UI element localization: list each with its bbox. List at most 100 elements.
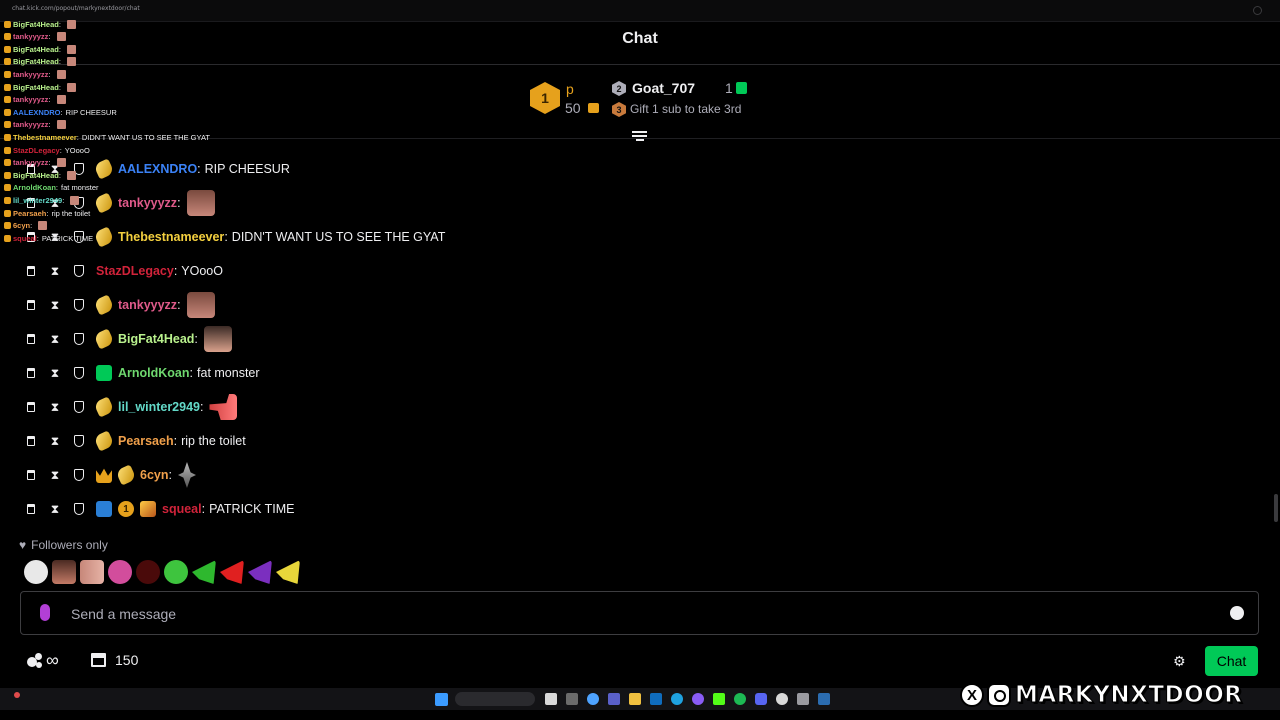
overlay-username: AALEXNDRO [13, 107, 61, 117]
timeout-icon[interactable]: ⧗ [48, 468, 62, 483]
emote-green-hand-icon[interactable] [192, 560, 216, 584]
message-username[interactable]: AALEXNDRO [118, 162, 197, 176]
ban-shield-icon[interactable] [74, 435, 84, 447]
message-username[interactable]: squeal [162, 502, 202, 516]
app-icon[interactable] [629, 693, 641, 705]
app-icon[interactable] [713, 693, 725, 705]
overlay-separator: : [48, 158, 51, 168]
emote-image-icon[interactable] [209, 394, 238, 420]
app-icon[interactable] [776, 693, 788, 705]
message-username[interactable]: tankyyyzz [118, 298, 177, 312]
overlay-chat-line: BigFat4Head: [4, 169, 76, 181]
message-input-box[interactable]: Send a message [20, 591, 1259, 635]
start-icon[interactable] [435, 693, 448, 706]
message-username[interactable]: Thebestnameever [118, 230, 224, 244]
ban-shield-icon[interactable] [74, 401, 84, 413]
ban-shield-icon[interactable] [74, 367, 84, 379]
app-icon[interactable] [671, 693, 683, 705]
timeout-icon[interactable]: ⧗ [48, 400, 62, 415]
message-input[interactable]: Send a message [71, 606, 176, 622]
timeout-icon[interactable]: ⧗ [48, 264, 62, 279]
message-username[interactable]: ArnoldKoan [118, 366, 190, 380]
ban-shield-icon[interactable] [74, 299, 84, 311]
app-icon[interactable] [692, 693, 704, 705]
timeout-icon[interactable]: ⧗ [48, 434, 62, 449]
message-username[interactable]: lil_winter2949 [118, 400, 200, 414]
send-chat-button[interactable]: Chat [1205, 646, 1258, 676]
app-icon[interactable] [755, 693, 767, 705]
message-username[interactable]: StazDLegacy [96, 264, 174, 278]
ban-shield-icon[interactable] [74, 503, 84, 515]
collapse-leaderboard-icon[interactable] [632, 131, 647, 144]
rank-2-username[interactable]: Goat_707 [632, 80, 695, 96]
overlay-username: tankyyyzz [13, 69, 49, 79]
delete-message-icon[interactable] [27, 402, 35, 412]
delete-message-icon[interactable] [27, 300, 35, 310]
overlay-separator: : [48, 32, 51, 42]
delete-message-icon[interactable] [27, 504, 35, 514]
timeout-icon[interactable]: ⧗ [48, 366, 62, 381]
overlay-badge-icon [4, 45, 11, 53]
app-icon[interactable] [608, 693, 620, 705]
emote-yellow-hand-icon[interactable] [276, 560, 300, 584]
chat-footer: ∞ 150 ⚙ Chat [0, 645, 1280, 677]
emote-image-icon[interactable] [203, 326, 232, 352]
taskbar-search-icon[interactable] [455, 692, 535, 706]
message-text: YOooO [181, 264, 223, 278]
app-icon[interactable] [818, 693, 830, 705]
message-username[interactable]: Pearsaeh [118, 434, 174, 448]
overlay-badge-icon [4, 196, 11, 204]
overlay-chat-line: BigFat4Head: [4, 18, 76, 30]
zoom-icon[interactable] [1253, 6, 1262, 15]
emote-face-icon[interactable] [52, 560, 76, 584]
settings-gear-icon[interactable]: ⚙ [1173, 653, 1186, 670]
timeout-icon[interactable]: ⧗ [48, 298, 62, 313]
message-username[interactable]: 6cyn [140, 468, 169, 482]
app-icon[interactable] [650, 693, 662, 705]
channel-points-icon[interactable] [27, 653, 43, 669]
emote-picker-icon[interactable] [1230, 606, 1244, 620]
emote-image-icon[interactable] [186, 292, 215, 318]
pinned-apps [545, 693, 830, 705]
timeout-icon[interactable]: ⧗ [48, 332, 62, 347]
app-icon[interactable] [587, 693, 599, 705]
app-icon[interactable] [734, 693, 746, 705]
message-username[interactable]: BigFat4Head [118, 332, 194, 346]
emote-image-icon[interactable] [177, 462, 196, 488]
x-logo-icon: X [960, 683, 984, 707]
emote-green-face-icon[interactable] [164, 560, 188, 584]
store-icon[interactable] [91, 653, 106, 667]
weather-icon[interactable] [14, 692, 20, 698]
delete-message-icon[interactable] [27, 436, 35, 446]
delete-message-icon[interactable] [27, 368, 35, 378]
scrollbar[interactable] [1274, 494, 1278, 522]
delete-message-icon[interactable] [27, 470, 35, 480]
emote-pink-icon[interactable] [108, 560, 132, 584]
delete-message-icon[interactable] [27, 334, 35, 344]
emote-red-icon[interactable] [136, 560, 160, 584]
ban-shield-icon[interactable] [74, 469, 84, 481]
delete-message-icon[interactable] [27, 266, 35, 276]
app-icon[interactable] [566, 693, 578, 705]
app-icon[interactable] [545, 693, 557, 705]
address-bar[interactable]: chat.kick.com/popout/markynextdoor/chat [12, 5, 140, 12]
rank-1-username[interactable]: p [566, 81, 574, 97]
overlay-chat-line: 6cyn: [4, 220, 48, 232]
emote-image-icon[interactable] [186, 190, 215, 216]
overlay-separator: : [48, 120, 51, 130]
ban-shield-icon[interactable] [74, 333, 84, 345]
overlay-separator: : [58, 19, 61, 29]
timeout-icon[interactable]: ⧗ [48, 502, 62, 517]
emote-hand-icon[interactable] [80, 560, 104, 584]
app-icon[interactable] [797, 693, 809, 705]
overlay-username: squeal [13, 233, 37, 243]
microphone-icon[interactable] [40, 604, 50, 621]
message-username[interactable]: tankyyyzz [118, 196, 177, 210]
crown-badge-icon [96, 468, 112, 483]
emote-purple-hand-icon[interactable] [248, 560, 272, 584]
ban-shield-icon[interactable] [74, 265, 84, 277]
rank-3-prompt[interactable]: Gift 1 sub to take 3rd [630, 102, 741, 116]
emote-skull-icon[interactable] [24, 560, 48, 584]
emote-red-hand-icon[interactable] [220, 560, 244, 584]
overlay-emote-icon [56, 69, 66, 79]
